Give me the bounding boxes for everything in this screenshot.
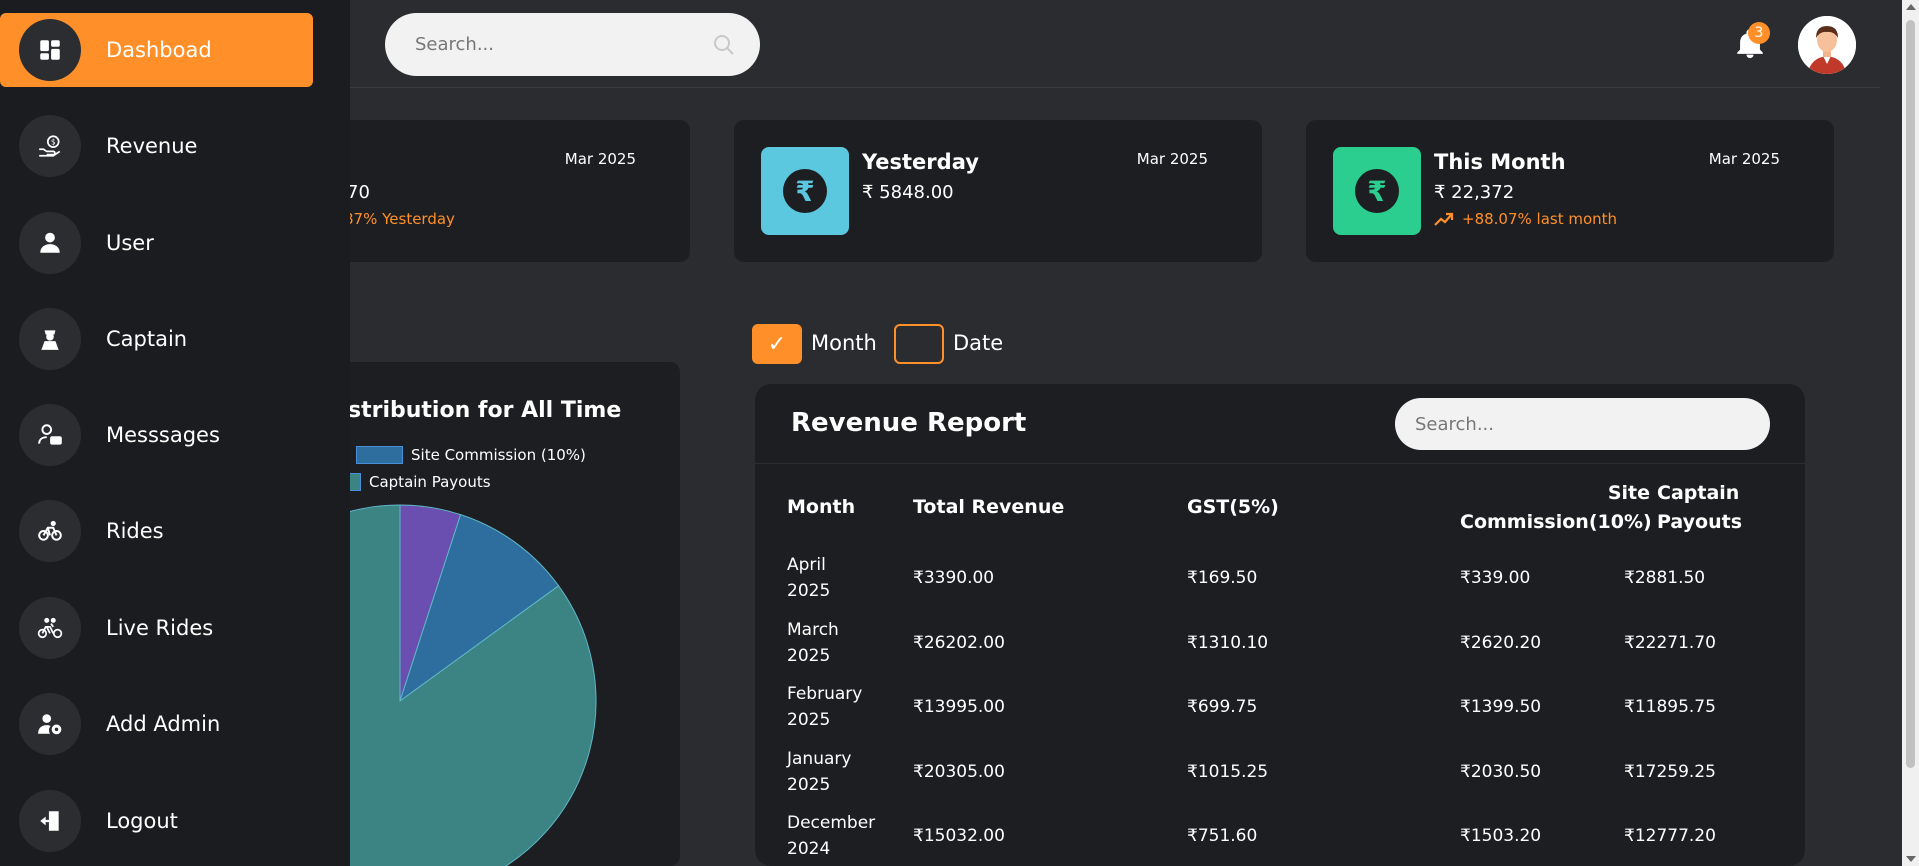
svg-text:$: $ <box>51 137 56 146</box>
cell-payouts: ₹17259.25 <box>1624 762 1716 782</box>
cell-payouts: ₹22271.70 <box>1624 633 1716 653</box>
revenue-report: Revenue Report Month Total Revenue GST(5… <box>755 384 1805 866</box>
sidebar-item-label: Live Rides <box>106 616 214 640</box>
column-header-captain-payouts: Captain Payouts <box>1657 482 1743 533</box>
search-bar[interactable] <box>385 13 760 76</box>
stat-card-yesterday: ₹ Yesterday Mar 2025 ₹ 5848.00 <box>734 120 1262 262</box>
card-value: ₹ 5848.00 <box>862 182 954 203</box>
cell-total: ₹3390.00 <box>913 568 995 588</box>
cell-payouts: ₹12777.20 <box>1624 826 1716 846</box>
cell-month: February 2025 <box>787 684 863 730</box>
month-checkbox[interactable]: ✓ <box>752 324 802 364</box>
cell-gst: ₹751.60 <box>1187 826 1258 846</box>
card-value: ₹ 22,372 <box>1434 182 1515 203</box>
trending-up-icon <box>1434 212 1454 226</box>
sidebar-item-label: Captain <box>106 327 188 351</box>
user-icon <box>19 212 81 274</box>
cell-commission: ₹1399.50 <box>1460 697 1542 717</box>
cell-total: ₹26202.00 <box>913 633 1005 653</box>
sidebar-item-label: Rides <box>106 519 164 543</box>
rupee-icon-box: ₹ <box>1333 147 1421 235</box>
notification-badge: 3 <box>1748 22 1770 44</box>
scroll-up-arrow[interactable] <box>1906 4 1916 10</box>
cell-gst: ₹1015.25 <box>1187 762 1269 782</box>
cell-commission: ₹2030.50 <box>1460 762 1542 782</box>
top-bar: 3 <box>350 0 1880 88</box>
cell-month: March 2025 <box>787 620 839 666</box>
rupee-icon-box: ₹ <box>761 147 849 235</box>
card-change: +88.07% last month <box>1434 210 1617 228</box>
captain-icon <box>19 308 81 370</box>
dashboard-icon <box>19 19 81 81</box>
cell-gst: ₹169.50 <box>1187 568 1258 588</box>
sidebar-item-label: Add Admin <box>106 712 221 736</box>
sidebar-item-label: Dashboad <box>106 38 212 62</box>
sidebar-item-dashboard[interactable]: Dashboad <box>0 13 313 87</box>
report-search-input[interactable] <box>1415 413 1745 435</box>
divider <box>755 463 1805 464</box>
cell-gst: ₹1310.10 <box>1187 633 1269 653</box>
card-title: Yesterday <box>862 150 979 174</box>
sidebar-item-add-admin[interactable]: Add Admin <box>0 687 313 761</box>
card-date: Mar 2025 <box>1708 150 1780 168</box>
cell-total: ₹15032.00 <box>913 826 1005 846</box>
sidebar-item-label: Messsages <box>106 423 220 447</box>
date-label[interactable]: Date <box>953 331 1003 355</box>
cell-payouts: ₹2881.50 <box>1624 568 1706 588</box>
column-header-gst: GST(5%) <box>1187 496 1279 518</box>
cell-total: ₹20305.00 <box>913 762 1005 782</box>
rupee-icon: ₹ <box>1355 169 1399 213</box>
report-title: Revenue Report <box>791 408 1027 438</box>
cell-commission: ₹2620.20 <box>1460 633 1542 653</box>
report-search-bar[interactable] <box>1395 398 1770 450</box>
sidebar: Dashboad $ Revenue User Captain Messsage… <box>0 0 350 866</box>
cell-commission: ₹1503.20 <box>1460 826 1542 846</box>
sidebar-item-captain[interactable]: Captain <box>0 302 313 376</box>
sidebar-item-label: Revenue <box>106 134 198 158</box>
logout-icon <box>19 790 81 852</box>
sidebar-item-label: Logout <box>106 809 178 833</box>
card-date: Mar 2025 <box>564 150 636 168</box>
search-input[interactable] <box>415 34 705 55</box>
column-header-total-revenue: Total Revenue <box>913 496 1065 518</box>
rides-icon <box>19 500 81 562</box>
cell-month: April 2025 <box>787 555 831 601</box>
scroll-down-arrow[interactable] <box>1906 856 1916 862</box>
avatar-icon <box>1798 16 1856 74</box>
card-date: Mar 2025 <box>1136 150 1208 168</box>
sidebar-item-revenue[interactable]: $ Revenue <box>0 109 313 183</box>
avatar[interactable] <box>1798 16 1856 74</box>
sidebar-item-user[interactable]: User <box>0 206 313 280</box>
rupee-icon: ₹ <box>783 169 827 213</box>
sidebar-item-label: User <box>106 231 154 255</box>
cell-total: ₹13995.00 <box>913 697 1005 717</box>
month-label[interactable]: Month <box>811 331 877 355</box>
add-admin-icon <box>19 693 81 755</box>
stat-card-this-month: ₹ This Month Mar 2025 ₹ 22,372 +88.07% l… <box>1306 120 1834 262</box>
date-checkbox[interactable] <box>894 324 944 364</box>
scrollbar-thumb[interactable] <box>1906 20 1915 768</box>
cell-month: January 2025 <box>787 749 852 795</box>
search-icon[interactable] <box>712 33 736 57</box>
sidebar-item-messages[interactable]: Messsages <box>0 398 313 472</box>
revenue-icon: $ <box>19 115 81 177</box>
cell-gst: ₹699.75 <box>1187 697 1258 717</box>
live-rides-icon <box>19 597 81 659</box>
sidebar-item-live-rides[interactable]: Live Rides <box>0 591 313 665</box>
sidebar-item-logout[interactable]: Logout <box>0 784 313 858</box>
cell-commission: ₹339.00 <box>1460 568 1531 588</box>
messages-icon <box>19 404 81 466</box>
cell-payouts: ₹11895.75 <box>1624 697 1716 717</box>
sidebar-item-rides[interactable]: Rides <box>0 494 313 568</box>
card-value: 70 <box>347 182 370 203</box>
card-title: This Month <box>1434 150 1566 174</box>
column-header-site-commission: Site Commission(10%) <box>1460 482 1652 533</box>
scrollbar[interactable] <box>1902 0 1919 866</box>
cell-month: December 2024 <box>787 813 876 859</box>
column-header-month: Month <box>787 496 856 518</box>
card-change: 87% Yesterday <box>344 210 455 228</box>
